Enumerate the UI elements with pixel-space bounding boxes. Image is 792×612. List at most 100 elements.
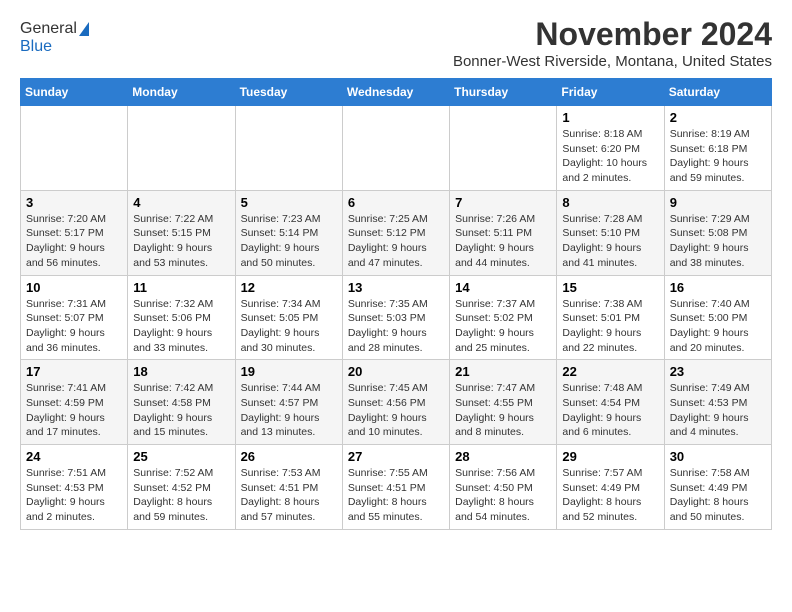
day-cell: 2 Sunrise: 8:19 AM Sunset: 6:18 PM Daylig…	[664, 106, 771, 191]
day-info: Sunrise: 7:44 AM Sunset: 4:57 PM Dayligh…	[241, 381, 337, 440]
day-number: 11	[133, 280, 229, 295]
day-info: Sunrise: 7:20 AM Sunset: 5:17 PM Dayligh…	[26, 212, 122, 271]
day-number: 22	[562, 364, 658, 379]
day-cell: 21 Sunrise: 7:47 AM Sunset: 4:55 PM Dayli…	[450, 360, 557, 445]
day-cell: 23 Sunrise: 7:49 AM Sunset: 4:53 PM Dayli…	[664, 360, 771, 445]
day-cell: 7 Sunrise: 7:26 AM Sunset: 5:11 PM Daylig…	[450, 190, 557, 275]
day-cell: 17 Sunrise: 7:41 AM Sunset: 4:59 PM Dayli…	[21, 360, 128, 445]
day-cell: 12Sunrise: 7:34 AM Sunset: 5:05 PM Dayli…	[235, 275, 342, 360]
header-sunday: Sunday	[21, 79, 128, 106]
day-info: Sunrise: 7:42 AM Sunset: 4:58 PM Dayligh…	[133, 381, 229, 440]
header-monday: Monday	[128, 79, 235, 106]
day-number: 27	[348, 449, 444, 464]
day-number: 25	[133, 449, 229, 464]
day-number: 4	[133, 195, 229, 210]
day-number: 17	[26, 364, 122, 379]
day-number: 19	[241, 364, 337, 379]
day-cell	[21, 106, 128, 191]
day-info: Sunrise: 7:58 AM Sunset: 4:49 PM Dayligh…	[670, 466, 766, 525]
day-info: Sunrise: 7:40 AM Sunset: 5:00 PM Dayligh…	[670, 297, 766, 356]
week-row-1: 1 Sunrise: 8:18 AM Sunset: 6:20 PM Daylig…	[21, 106, 772, 191]
day-cell: 6 Sunrise: 7:25 AM Sunset: 5:12 PM Daylig…	[342, 190, 449, 275]
day-info: Sunrise: 7:29 AM Sunset: 5:08 PM Dayligh…	[670, 212, 766, 271]
day-info: Sunrise: 7:52 AM Sunset: 4:52 PM Dayligh…	[133, 466, 229, 525]
day-cell: 4Sunrise: 7:22 AM Sunset: 5:15 PM Daylig…	[128, 190, 235, 275]
day-cell	[235, 106, 342, 191]
day-number: 9	[670, 195, 766, 210]
day-number: 23	[670, 364, 766, 379]
day-number: 10	[26, 280, 122, 295]
day-number: 1	[562, 110, 658, 125]
day-info: Sunrise: 8:18 AM Sunset: 6:20 PM Dayligh…	[562, 127, 658, 186]
day-number: 29	[562, 449, 658, 464]
day-cell: 20 Sunrise: 7:45 AM Sunset: 4:56 PM Dayli…	[342, 360, 449, 445]
day-number: 30	[670, 449, 766, 464]
day-info: Sunrise: 7:26 AM Sunset: 5:11 PM Dayligh…	[455, 212, 551, 271]
day-number: 8	[562, 195, 658, 210]
header-saturday: Saturday	[664, 79, 771, 106]
day-info: Sunrise: 7:45 AM Sunset: 4:56 PM Dayligh…	[348, 381, 444, 440]
day-info: Sunrise: 7:47 AM Sunset: 4:55 PM Dayligh…	[455, 381, 551, 440]
day-cell: 22 Sunrise: 7:48 AM Sunset: 4:54 PM Dayli…	[557, 360, 664, 445]
day-number: 28	[455, 449, 551, 464]
day-info: Sunrise: 7:32 AM Sunset: 5:06 PM Dayligh…	[133, 297, 229, 356]
header: General Blue November 2024 Bonner-West R…	[20, 16, 772, 70]
day-info: Sunrise: 7:35 AM Sunset: 5:03 PM Dayligh…	[348, 297, 444, 356]
day-cell: 14Sunrise: 7:37 AM Sunset: 5:02 PM Dayli…	[450, 275, 557, 360]
day-number: 24	[26, 449, 122, 464]
day-cell: 27 Sunrise: 7:55 AM Sunset: 4:51 PM Dayli…	[342, 445, 449, 530]
day-info: Sunrise: 7:31 AM Sunset: 5:07 PM Dayligh…	[26, 297, 122, 356]
header-wednesday: Wednesday	[342, 79, 449, 106]
day-info: Sunrise: 7:41 AM Sunset: 4:59 PM Dayligh…	[26, 381, 122, 440]
day-cell: 24 Sunrise: 7:51 AM Sunset: 4:53 PM Dayli…	[21, 445, 128, 530]
day-cell: 28 Sunrise: 7:56 AM Sunset: 4:50 PM Dayli…	[450, 445, 557, 530]
day-number: 13	[348, 280, 444, 295]
day-cell: 18 Sunrise: 7:42 AM Sunset: 4:58 PM Dayli…	[128, 360, 235, 445]
day-cell: 8 Sunrise: 7:28 AM Sunset: 5:10 PM Daylig…	[557, 190, 664, 275]
day-number: 2	[670, 110, 766, 125]
day-number: 26	[241, 449, 337, 464]
header-row: SundayMondayTuesdayWednesdayThursdayFrid…	[21, 79, 772, 106]
day-cell: 9 Sunrise: 7:29 AM Sunset: 5:08 PM Daylig…	[664, 190, 771, 275]
logo-triangle-icon	[79, 22, 89, 36]
day-cell: 13 Sunrise: 7:35 AM Sunset: 5:03 PM Dayli…	[342, 275, 449, 360]
day-number: 20	[348, 364, 444, 379]
header-friday: Friday	[557, 79, 664, 106]
calendar-table: SundayMondayTuesdayWednesdayThursdayFrid…	[20, 78, 772, 530]
day-info: Sunrise: 7:25 AM Sunset: 5:12 PM Dayligh…	[348, 212, 444, 271]
day-info: Sunrise: 7:28 AM Sunset: 5:10 PM Dayligh…	[562, 212, 658, 271]
day-info: Sunrise: 7:53 AM Sunset: 4:51 PM Dayligh…	[241, 466, 337, 525]
week-row-5: 24 Sunrise: 7:51 AM Sunset: 4:53 PM Dayli…	[21, 445, 772, 530]
day-info: Sunrise: 7:23 AM Sunset: 5:14 PM Dayligh…	[241, 212, 337, 271]
day-info: Sunrise: 8:19 AM Sunset: 6:18 PM Dayligh…	[670, 127, 766, 186]
subtitle: Bonner-West Riverside, Montana, United S…	[453, 53, 772, 70]
day-cell: 26 Sunrise: 7:53 AM Sunset: 4:51 PM Dayli…	[235, 445, 342, 530]
day-cell	[128, 106, 235, 191]
day-cell: 3Sunrise: 7:20 AM Sunset: 5:17 PM Daylig…	[21, 190, 128, 275]
day-cell: 11 Sunrise: 7:32 AM Sunset: 5:06 PM Dayli…	[128, 275, 235, 360]
main-title: November 2024	[453, 16, 772, 53]
day-info: Sunrise: 7:48 AM Sunset: 4:54 PM Dayligh…	[562, 381, 658, 440]
day-cell: 15Sunrise: 7:38 AM Sunset: 5:01 PM Dayli…	[557, 275, 664, 360]
week-row-3: 10 Sunrise: 7:31 AM Sunset: 5:07 PM Dayli…	[21, 275, 772, 360]
day-cell: 16Sunrise: 7:40 AM Sunset: 5:00 PM Dayli…	[664, 275, 771, 360]
day-info: Sunrise: 7:34 AM Sunset: 5:05 PM Dayligh…	[241, 297, 337, 356]
day-info: Sunrise: 7:55 AM Sunset: 4:51 PM Dayligh…	[348, 466, 444, 525]
day-number: 15	[562, 280, 658, 295]
logo-general-text: General	[20, 20, 77, 38]
day-number: 18	[133, 364, 229, 379]
day-cell: 25 Sunrise: 7:52 AM Sunset: 4:52 PM Dayli…	[128, 445, 235, 530]
day-number: 14	[455, 280, 551, 295]
day-cell: 30 Sunrise: 7:58 AM Sunset: 4:49 PM Dayli…	[664, 445, 771, 530]
calendar-header: SundayMondayTuesdayWednesdayThursdayFrid…	[21, 79, 772, 106]
day-cell: 10 Sunrise: 7:31 AM Sunset: 5:07 PM Dayli…	[21, 275, 128, 360]
day-info: Sunrise: 7:51 AM Sunset: 4:53 PM Dayligh…	[26, 466, 122, 525]
day-info: Sunrise: 7:56 AM Sunset: 4:50 PM Dayligh…	[455, 466, 551, 525]
logo: General Blue	[20, 20, 89, 56]
day-number: 21	[455, 364, 551, 379]
day-info: Sunrise: 7:49 AM Sunset: 4:53 PM Dayligh…	[670, 381, 766, 440]
day-cell: 5Sunrise: 7:23 AM Sunset: 5:14 PM Daylig…	[235, 190, 342, 275]
day-cell: 19 Sunrise: 7:44 AM Sunset: 4:57 PM Dayli…	[235, 360, 342, 445]
day-number: 6	[348, 195, 444, 210]
day-number: 7	[455, 195, 551, 210]
